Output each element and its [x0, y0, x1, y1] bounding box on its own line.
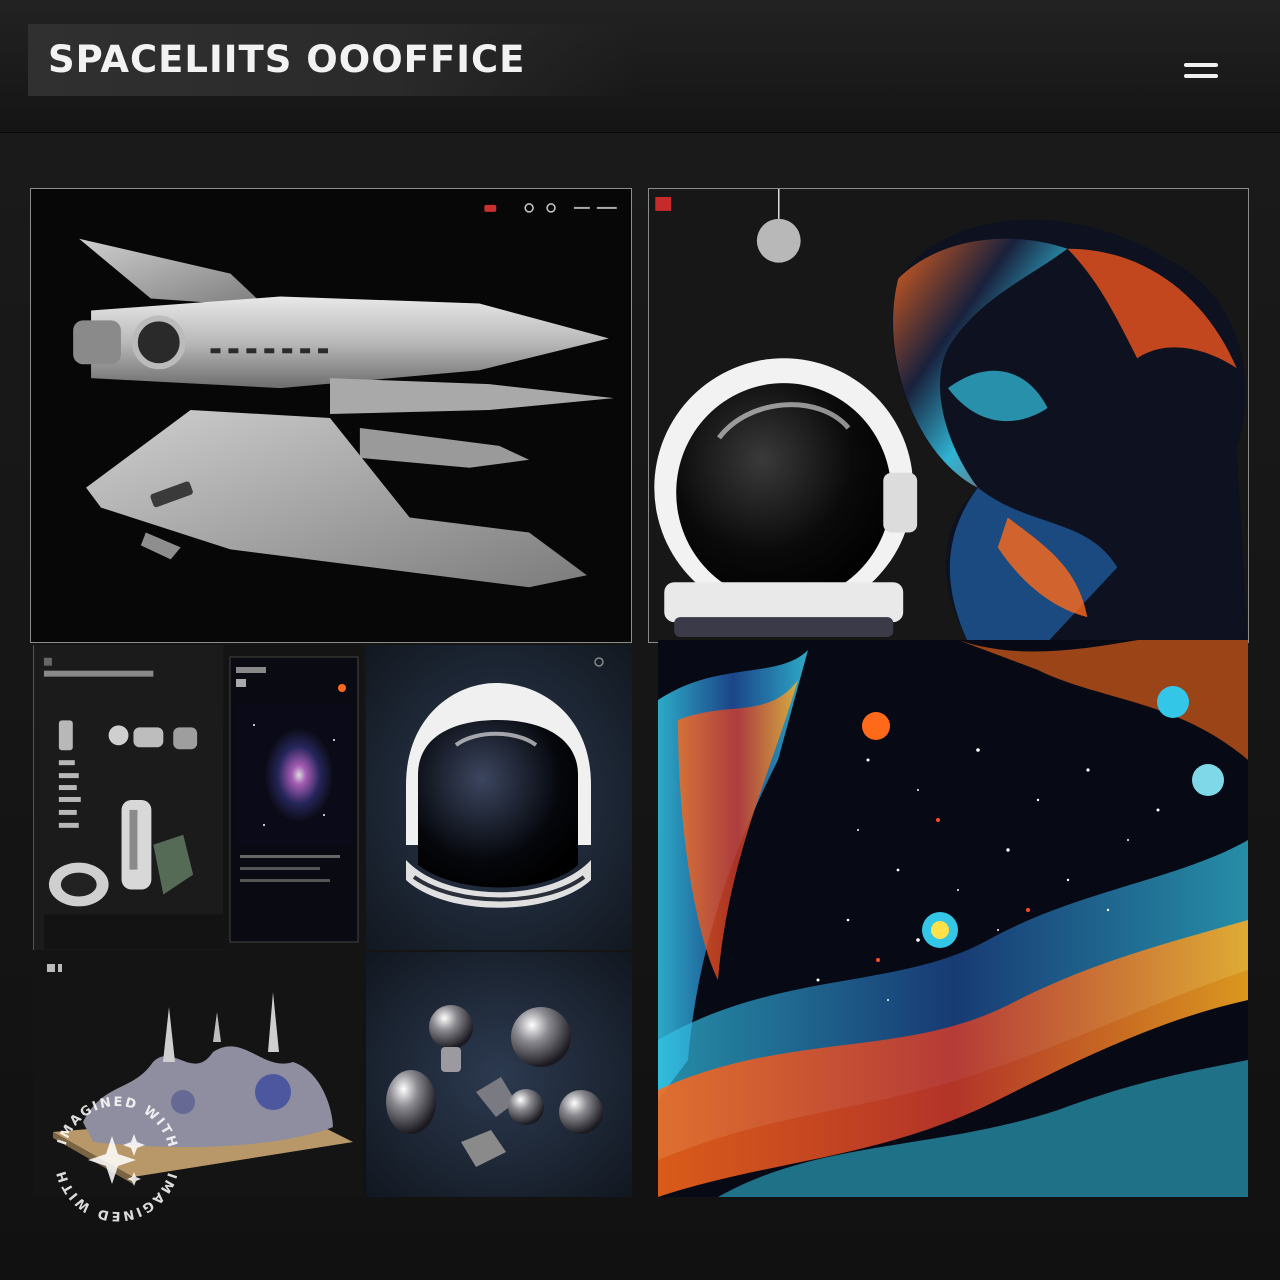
scarf-tile[interactable] — [658, 640, 1248, 1197]
helmet-tile[interactable] — [366, 645, 632, 950]
hamburger-menu-icon[interactable] — [1176, 56, 1224, 86]
astronaut-helmet-and-galaxy-scarf-image — [649, 189, 1248, 642]
site-title[interactable]: SPACELIITS OOOFFICE — [48, 38, 525, 81]
spaceship-tile[interactable] — [30, 188, 632, 643]
astronaut-helmet-product-image — [366, 645, 632, 950]
spaceship-model-image — [31, 189, 631, 642]
galaxy-print-scarf-image — [658, 640, 1248, 1197]
sparkle-icon — [88, 1134, 145, 1186]
space-gadgets-shelf-image — [34, 645, 223, 950]
header-bar: SPACELIITS OOOFFICE — [0, 0, 1280, 133]
nebula-app-tile[interactable] — [224, 645, 364, 950]
metal-sphere-ornaments-image — [366, 952, 632, 1197]
gadgets-tile[interactable] — [33, 645, 223, 950]
ornaments-tile[interactable] — [366, 952, 632, 1197]
helmet-scarf-tile[interactable] — [648, 188, 1249, 643]
page: SPACELIITS OOOFFICE IMAGINED WITH IMAGIN… — [0, 0, 1280, 1280]
nebula-phone-screen-image — [224, 645, 364, 950]
imagined-with-ai-badge: IMAGINED WITH AI IMAGINED WITH AI — [42, 1084, 192, 1234]
